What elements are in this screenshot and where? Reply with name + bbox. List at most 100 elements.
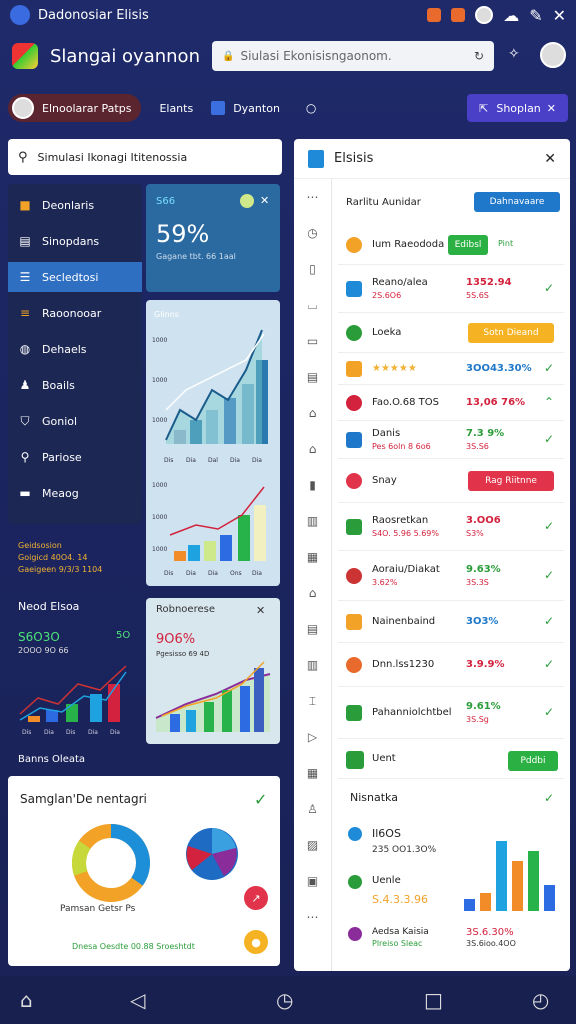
table-row[interactable]: Snay Rag Riitnne — [338, 459, 564, 503]
donut-footer: Dnesa Oesdte 00.88 Sroeshtdt — [72, 942, 195, 951]
panel-doc-icon — [308, 149, 324, 168]
image-icon[interactable]: ▨ — [294, 827, 331, 863]
back-icon[interactable]: ◁ — [130, 988, 145, 1012]
check-icon[interactable]: ⌃ — [544, 395, 554, 409]
table-row[interactable]: Ium Raeododa Edibsl Pint — [338, 225, 564, 265]
row-value: 13,06 76% — [466, 397, 526, 408]
check-icon[interactable]: ✓ — [544, 432, 554, 446]
file-icon[interactable]: ▤ — [294, 611, 331, 647]
close-icon[interactable]: ✕ — [553, 6, 566, 25]
square-icon[interactable]: □ — [424, 988, 443, 1012]
lower-stat2: Uenle — [372, 875, 401, 886]
info-round-icon[interactable]: ● — [244, 930, 268, 954]
row-sub: S4O. 5.96 5.69% — [372, 529, 439, 538]
doc-icon[interactable]: ▥ — [294, 503, 331, 539]
history-icon[interactable]: ◴ — [532, 988, 549, 1012]
table-row[interactable]: ★★★★★ 3OO43.30% ✓ — [338, 353, 564, 385]
tab-dyanton[interactable]: Dyanton — [211, 101, 280, 115]
nav-item[interactable]: ☰ Secledtosi — [8, 262, 142, 292]
table-row[interactable]: Reano/alea 2S.6O6 1352.94 5S.6S ✓ — [338, 265, 564, 313]
subhead-button[interactable]: Dahnavaare — [474, 192, 560, 212]
menu-icon: ≡ — [19, 306, 31, 320]
nav-item-label: Pariose — [42, 450, 82, 464]
nav-item[interactable]: ◍ Dehaels — [8, 334, 142, 364]
row-action-button[interactable]: Rag Riitnne — [468, 471, 554, 491]
user-pill[interactable]: Elnoolarar Patps — [8, 94, 142, 122]
home-icon[interactable]: ⌂ — [20, 988, 33, 1012]
row-action-button[interactable]: Sotn Dieand — [468, 323, 554, 343]
nav-item[interactable]: ≡ Raoonooar — [8, 298, 142, 328]
person-icon[interactable]: ♙ — [294, 791, 331, 827]
nav-item[interactable]: ⛉ Goniol — [8, 406, 142, 436]
nav-item[interactable]: ▬ Meaog — [8, 478, 142, 508]
check-icon[interactable]: ✓ — [544, 568, 554, 582]
table-row[interactable]: Pahanniolchtbel 9.61% 3S.Sg ✓ — [338, 687, 564, 739]
x-tick: Dia — [252, 570, 262, 577]
toggle-icon[interactable] — [240, 194, 254, 208]
perf-close-icon[interactable]: ✕ — [256, 604, 265, 617]
panel-title: Elsisis — [334, 151, 374, 166]
table-row[interactable]: Danis Pes 6oln 8 6o6 7.3 9% 3S.S6 ✓ — [338, 421, 564, 459]
tag-icon[interactable]: ⌂ — [294, 395, 331, 431]
table-row[interactable]: Fao.O.68 TOS 13,06 76% ⌃ — [338, 385, 564, 421]
clock-icon[interactable]: ◷ — [294, 215, 331, 251]
play-icon[interactable]: ▷ — [294, 719, 331, 755]
chevron-down-icon[interactable]: ✓ — [544, 791, 554, 805]
lower-button[interactable]: Pddbi — [508, 751, 558, 771]
table-row[interactable]: Raosretkan S4O. 5.96 5.69% 3.OO6 S3% ✓ — [338, 503, 564, 551]
refresh-icon[interactable]: ↻ — [474, 49, 484, 63]
check-icon[interactable]: ✓ — [544, 614, 554, 628]
secondary-search[interactable]: ⚲ Simulasi Ikonagi Ititenossia — [8, 139, 282, 175]
table-row[interactable]: Nainenbaind 3O3% ✓ — [338, 601, 564, 643]
basket-icon[interactable]: ⌴ — [294, 287, 331, 323]
circle-icon[interactable]: ○ — [306, 101, 316, 115]
chart-icon[interactable]: ▥ — [294, 647, 331, 683]
nav-item[interactable]: ⚲ Pariose — [8, 442, 142, 472]
row-action-button[interactable]: Edibsl — [448, 235, 488, 255]
printer-icon[interactable]: ▤ — [294, 359, 331, 395]
book-icon[interactable]: ▯ — [294, 251, 331, 287]
clock-icon[interactable]: ◷ — [276, 988, 293, 1012]
shoplan-button[interactable]: ⇱ Shoplan ✕ — [467, 94, 568, 122]
nav-item-label: Dehaels — [42, 342, 87, 356]
row-title: Reano/alea — [372, 277, 428, 288]
panel-close-icon[interactable]: ✕ — [544, 151, 556, 167]
cart-icon[interactable]: ⌶ — [294, 683, 331, 719]
nav-item[interactable]: ♟ Boails — [8, 370, 142, 400]
check-icon[interactable]: ✓ — [544, 281, 554, 295]
row-icon — [346, 361, 362, 377]
chevron-down-icon[interactable]: ✓ — [254, 790, 267, 809]
house-icon[interactable]: ⌂ — [294, 431, 331, 467]
calc-icon[interactable]: ▦ — [294, 539, 331, 575]
phone-icon[interactable]: ▮ — [294, 467, 331, 503]
table-row[interactable]: Aoraiu/Diakat 3.62% 9.63% 3S.3S ✓ — [338, 551, 564, 601]
bar — [254, 668, 264, 732]
nav-footer-line: Goigicd 40O4. 14 — [18, 553, 88, 562]
calendar-icon[interactable]: ▭ — [294, 323, 331, 359]
subhead-button-label: Dahnavaare — [489, 197, 545, 207]
home-icon[interactable]: ⌂ — [294, 575, 331, 611]
nav-item[interactable]: ▤ Sinopdans — [8, 226, 142, 256]
row-value-sub: S3% — [466, 529, 484, 538]
grid-icon[interactable]: ▦ — [294, 755, 331, 791]
settings-icon[interactable]: ⋯ — [294, 179, 331, 215]
more-icon[interactable]: ⋯ — [294, 899, 331, 935]
user-avatar[interactable] — [540, 42, 566, 68]
table-row[interactable]: Dnn.lss1230 3.9.9% ✓ — [338, 643, 564, 687]
check-icon[interactable]: ✓ — [544, 361, 554, 375]
box-icon[interactable]: ▣ — [294, 863, 331, 899]
stat-small: S66 — [156, 196, 176, 207]
check-icon[interactable]: ✓ — [544, 519, 554, 533]
search-input[interactable]: 🔒 Siulasi Ekonisisngaonom. ↻ — [212, 41, 494, 71]
check-icon[interactable]: ✓ — [544, 705, 554, 719]
nav-item[interactable]: ■ Deonlaris — [8, 190, 142, 220]
stat-close-icon[interactable]: ✕ — [260, 194, 269, 207]
table-row[interactable]: Loeka Sotn Dieand — [338, 313, 564, 353]
badge-icon: ⛉ — [20, 413, 30, 428]
share-round-icon[interactable]: ↗ — [244, 886, 268, 910]
check-icon[interactable]: ✓ — [544, 657, 554, 671]
wand-icon[interactable]: ✧ — [508, 46, 520, 62]
row-value: 3OO43.30% — [466, 363, 532, 374]
row-action-label: Edibsl — [454, 240, 482, 250]
tab-elants[interactable]: Elants — [159, 102, 193, 115]
